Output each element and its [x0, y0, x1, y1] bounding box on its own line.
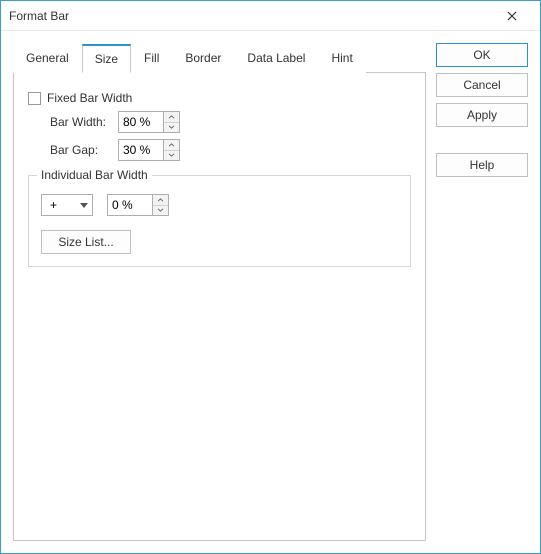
ok-label: OK [473, 48, 490, 62]
bar-width-input[interactable] [118, 111, 164, 133]
size-list-button[interactable]: Size List... [41, 230, 131, 254]
tab-size[interactable]: Size [82, 44, 131, 73]
chevron-down-icon [168, 125, 175, 129]
tab-size-label: Size [95, 52, 118, 66]
tab-data-label-label: Data Label [247, 51, 305, 65]
fixed-bar-width-label: Fixed Bar Width [47, 91, 132, 105]
bar-width-spin-up[interactable] [164, 112, 179, 123]
bar-gap-spin-down[interactable] [164, 151, 179, 161]
chevron-down-icon [80, 203, 88, 208]
chevron-up-icon [168, 115, 175, 119]
individual-spin-up[interactable] [153, 195, 168, 206]
bar-gap-spinner [118, 139, 180, 161]
format-bar-dialog: Format Bar General Size Fill Border Data… [0, 0, 541, 554]
tab-fill-label: Fill [144, 51, 159, 65]
close-button[interactable] [492, 2, 532, 30]
apply-label: Apply [467, 108, 497, 122]
tab-strip: General Size Fill Border Data Label Hint [13, 43, 426, 72]
individual-bar-width-group: Individual Bar Width + [28, 175, 411, 267]
tab-hint-label: Hint [331, 51, 352, 65]
tab-border[interactable]: Border [172, 44, 234, 73]
individual-selector-value: + [50, 198, 57, 212]
tab-hint[interactable]: Hint [318, 44, 365, 73]
cancel-label: Cancel [463, 78, 500, 92]
bar-gap-label: Bar Gap: [50, 143, 118, 157]
window-title: Format Bar [9, 9, 69, 23]
fixed-bar-width-checkbox[interactable] [28, 92, 41, 105]
chevron-up-icon [168, 143, 175, 147]
chevron-down-icon [168, 153, 175, 157]
individual-bar-width-legend: Individual Bar Width [37, 168, 152, 182]
tab-general[interactable]: General [13, 44, 82, 73]
tab-border-label: Border [185, 51, 221, 65]
individual-value-spinner [107, 194, 169, 216]
bar-gap-input[interactable] [118, 139, 164, 161]
close-icon [507, 11, 517, 21]
chevron-up-icon [157, 198, 164, 202]
tab-general-label: General [26, 51, 69, 65]
bar-width-label: Bar Width: [50, 115, 118, 129]
tab-data-label[interactable]: Data Label [234, 44, 318, 73]
bar-width-spinner [118, 111, 180, 133]
individual-selector-dropdown[interactable]: + [41, 194, 93, 216]
individual-spin-down[interactable] [153, 206, 168, 216]
tab-panel-size: Fixed Bar Width Bar Width: Bar Gap: [13, 72, 426, 541]
apply-button[interactable]: Apply [436, 103, 528, 127]
bar-width-spin-down[interactable] [164, 123, 179, 133]
help-label: Help [470, 158, 495, 172]
ok-button[interactable]: OK [436, 43, 528, 67]
titlebar: Format Bar [1, 1, 540, 31]
tab-fill[interactable]: Fill [131, 44, 172, 73]
individual-value-input[interactable] [107, 194, 153, 216]
cancel-button[interactable]: Cancel [436, 73, 528, 97]
bar-gap-spin-up[interactable] [164, 140, 179, 151]
help-button[interactable]: Help [436, 153, 528, 177]
chevron-down-icon [157, 208, 164, 212]
size-list-label: Size List... [58, 235, 113, 249]
